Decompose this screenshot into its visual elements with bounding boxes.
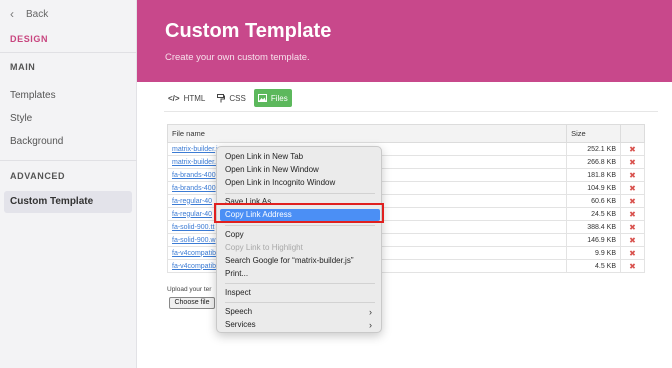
tab-label: Files	[270, 93, 288, 103]
tabs-divider	[164, 111, 658, 112]
delete-icon[interactable]: ✖	[620, 233, 645, 247]
file-link[interactable]: fa-brands-400	[172, 172, 216, 179]
tab-label: CSS	[229, 93, 246, 103]
tab-label: HTML	[183, 93, 206, 103]
delete-icon[interactable]: ✖	[620, 246, 645, 260]
delete-icon[interactable]: ✖	[620, 142, 645, 156]
delete-icon[interactable]: ✖	[620, 259, 645, 273]
sidebar-divider	[0, 52, 137, 53]
file-size-cell: 60.6 KB	[566, 194, 621, 208]
file-size-cell: 9.9 KB	[566, 246, 621, 260]
sidebar-item-style[interactable]: Style	[10, 113, 32, 124]
delete-icon[interactable]: ✖	[620, 220, 645, 234]
menu-item-search-google[interactable]: Search Google for “matrix-builder.js”	[225, 255, 354, 267]
main-heading: MAIN	[10, 62, 36, 72]
advanced-heading: ADVANCED	[10, 171, 66, 181]
file-size-cell: 146.9 KB	[566, 233, 621, 247]
chevron-left-icon: ‹	[10, 7, 14, 21]
delete-icon[interactable]: ✖	[620, 194, 645, 208]
back-label: Back	[26, 8, 49, 20]
file-size-cell: 181.8 KB	[566, 168, 621, 182]
page-title: Custom Template	[165, 20, 332, 42]
menu-item-speech[interactable]: Speech	[225, 306, 252, 318]
design-heading: DESIGN	[10, 34, 49, 44]
menu-item-services[interactable]: Services	[225, 319, 256, 331]
delete-icon[interactable]: ✖	[620, 168, 645, 182]
back-link[interactable]: ‹ Back	[10, 7, 48, 21]
submenu-arrow-icon: ›	[369, 320, 372, 330]
menu-separator	[225, 225, 375, 226]
file-link[interactable]: fa-v4compatib	[172, 250, 216, 257]
menu-item-inspect[interactable]: Inspect	[225, 287, 251, 299]
image-icon	[257, 94, 267, 102]
menu-item-print[interactable]: Print...	[225, 268, 248, 280]
delete-icon[interactable]: ✖	[620, 181, 645, 195]
file-link[interactable]: fa-v4compatib	[172, 263, 216, 270]
file-link[interactable]: fa-regular-40	[172, 198, 212, 205]
file-link[interactable]: fa-regular-40	[172, 211, 212, 218]
file-size-cell: 266.8 KB	[566, 155, 621, 169]
sidebar-item-templates[interactable]: Templates	[10, 90, 56, 101]
sidebar-divider	[0, 160, 137, 161]
file-link[interactable]: matrix-builder.	[172, 159, 216, 166]
delete-icon[interactable]: ✖	[620, 207, 645, 221]
menu-separator	[225, 302, 375, 303]
sidebar-item-background[interactable]: Background	[10, 136, 63, 147]
file-size-cell: 252.1 KB	[566, 142, 621, 156]
menu-item-open-incognito[interactable]: Open Link in Incognito Window	[225, 177, 335, 189]
column-header-size: Size	[566, 124, 621, 143]
file-size-cell: 4.5 KB	[566, 259, 621, 273]
menu-item-copy[interactable]: Copy	[225, 229, 244, 241]
file-size-cell: 104.9 KB	[566, 181, 621, 195]
page-subtitle: Create your own custom template.	[165, 52, 310, 63]
menu-item-copy-link-to-highlight: Copy Link to Highlight	[225, 243, 303, 252]
column-header-actions	[620, 124, 645, 143]
file-size-cell: 388.4 KB	[566, 220, 621, 234]
choose-file-button[interactable]: Choose file	[169, 297, 215, 309]
paint-roller-icon	[217, 93, 226, 102]
sidebar-item-custom-template[interactable]: Custom Template	[4, 191, 132, 213]
code-icon: </>	[168, 93, 180, 103]
editor-tabs: </> HTML CSS Files	[164, 89, 292, 107]
page-header: Custom Template Create your own custom t…	[137, 0, 672, 82]
file-link[interactable]: matrix-builder.js	[172, 146, 221, 153]
context-menu: Open Link in New Tab Open Link in New Wi…	[216, 146, 382, 333]
tab-css[interactable]: CSS	[213, 89, 249, 107]
column-header-file-name: File name	[166, 124, 568, 143]
annotation-highlight-box	[214, 203, 384, 223]
delete-icon[interactable]: ✖	[620, 155, 645, 169]
tab-files[interactable]: Files	[253, 89, 292, 107]
menu-separator	[225, 283, 375, 284]
menu-separator	[225, 193, 375, 194]
file-link[interactable]: fa-brands-400	[172, 185, 216, 192]
menu-item-open-new-tab[interactable]: Open Link in New Tab	[225, 151, 303, 163]
file-link[interactable]: fa-solid-900.tt	[172, 224, 214, 231]
file-size-cell: 24.5 KB	[566, 207, 621, 221]
sidebar: ‹ Back DESIGN MAIN Templates Style Backg…	[0, 0, 137, 368]
submenu-arrow-icon: ›	[369, 307, 372, 317]
tab-html[interactable]: </> HTML	[164, 89, 209, 107]
file-link[interactable]: fa-solid-900.w	[172, 237, 216, 244]
menu-item-open-new-window[interactable]: Open Link in New Window	[225, 164, 319, 176]
